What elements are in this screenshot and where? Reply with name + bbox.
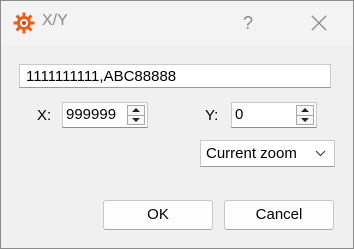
zoom-selected-value: Current zoom bbox=[206, 145, 297, 162]
y-spin-arrows bbox=[296, 105, 314, 125]
close-button[interactable] bbox=[303, 9, 335, 37]
y-label: Y: bbox=[205, 107, 219, 124]
x-label: X: bbox=[37, 107, 52, 124]
arrow-up-icon bbox=[301, 108, 309, 112]
y-value[interactable]: 0 bbox=[235, 103, 243, 127]
window-title: X/Y bbox=[42, 12, 68, 29]
arrow-down-icon bbox=[132, 118, 140, 122]
y-increment-button[interactable] bbox=[296, 105, 314, 115]
x-decrement-button[interactable] bbox=[127, 115, 145, 125]
x-value[interactable]: 999999 bbox=[66, 103, 116, 127]
ok-button[interactable]: OK bbox=[103, 200, 213, 230]
arrow-down-icon bbox=[301, 118, 309, 122]
x-spin-arrows bbox=[127, 105, 145, 125]
dialog-window: X/Y ? 1111111111,ABC88888 X: 999999 Y: 0 bbox=[0, 0, 354, 249]
app-gear-icon bbox=[13, 12, 35, 34]
coordinates-text-input[interactable]: 1111111111,ABC88888 bbox=[19, 64, 331, 88]
chevron-down-icon bbox=[315, 150, 326, 157]
help-button[interactable]: ? bbox=[234, 9, 262, 37]
y-spinbox[interactable]: 0 bbox=[231, 102, 317, 128]
zoom-select[interactable]: Current zoom bbox=[200, 140, 335, 167]
arrow-up-icon bbox=[132, 108, 140, 112]
title-bar[interactable]: X/Y ? bbox=[1, 1, 353, 45]
y-decrement-button[interactable] bbox=[296, 115, 314, 125]
close-icon bbox=[311, 15, 327, 31]
x-increment-button[interactable] bbox=[127, 105, 145, 115]
cancel-button[interactable]: Cancel bbox=[224, 200, 334, 230]
x-spinbox[interactable]: 999999 bbox=[62, 102, 148, 128]
